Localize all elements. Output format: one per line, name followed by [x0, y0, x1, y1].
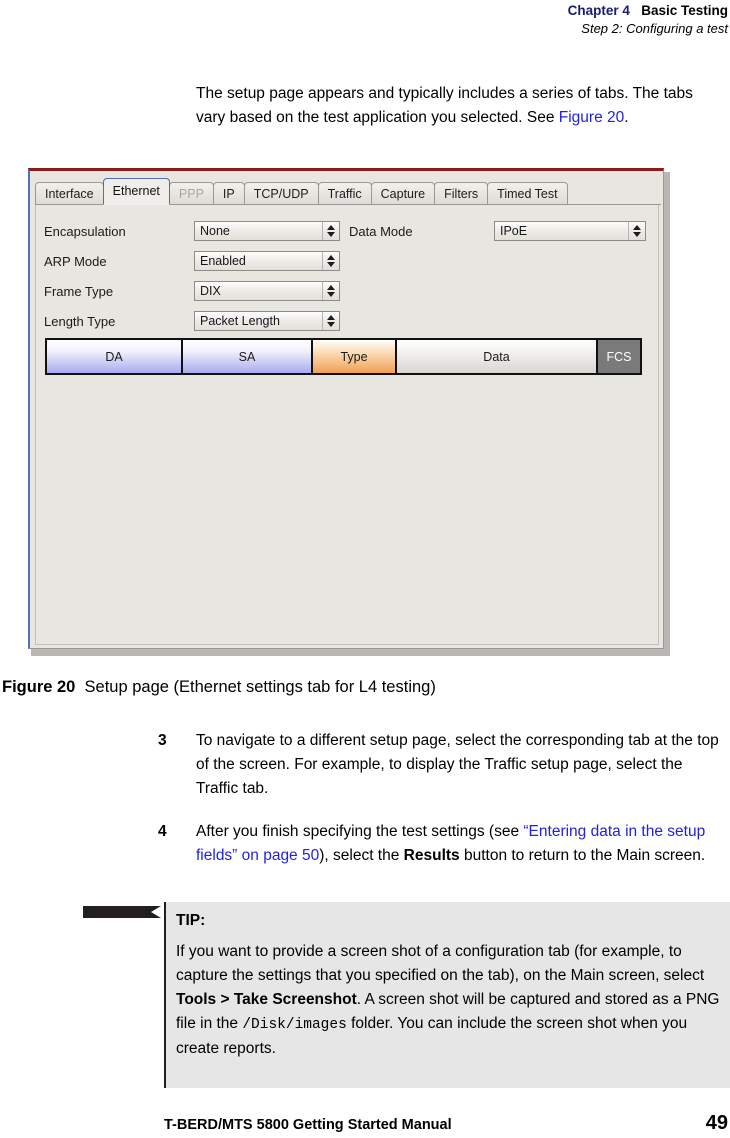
disk-images-path: /Disk/images: [242, 1017, 347, 1033]
tip-title: TIP:: [176, 912, 206, 929]
length-type-label: Length Type: [44, 313, 116, 329]
spinner-updown-icon[interactable]: [322, 222, 338, 240]
figure-caption-text: Setup page (Ethernet settings tab for L4…: [84, 678, 436, 696]
step-4-text-part2: ), select the: [319, 847, 404, 864]
figure-20-crossref-link[interactable]: Figure 20: [559, 109, 624, 126]
ethernet-settings-panel: Encapsulation None Data Mode IPoE ARP Mo…: [35, 205, 659, 645]
encapsulation-select[interactable]: None: [194, 221, 340, 241]
tab-ppp: PPP: [168, 182, 214, 205]
tab-traffic[interactable]: Traffic: [317, 182, 372, 205]
form-row-encapsulation: Encapsulation None Data Mode IPoE: [44, 216, 654, 246]
setup-page-screenshot: Interface Ethernet PPP IP TCP/UDP Traffi…: [28, 168, 670, 656]
arp-mode-value: Enabled: [200, 254, 246, 268]
step-3: 3 To navigate to a different setup page,…: [158, 729, 728, 801]
setup-tab-strip: Interface Ethernet PPP IP TCP/UDP Traffi…: [35, 178, 568, 205]
ethernet-frame-diagram: DA SA Type Data FCS: [45, 338, 642, 375]
tab-capture[interactable]: Capture: [370, 182, 436, 205]
footer-manual-title: T-BERD/MTS 5800 Getting Started Manual: [164, 1117, 452, 1133]
intro-text-after: .: [624, 108, 629, 126]
step-4-text-part1: After you finish specifying the test set…: [196, 823, 524, 840]
header-chapter-label: Chapter 4: [567, 3, 630, 18]
frame-segment-fcs: FCS: [598, 340, 640, 373]
figure-caption: Figure 20 Setup page (Ethernet settings …: [2, 678, 436, 697]
footer-page-number: 49: [705, 1112, 728, 1134]
form-row-arp-mode: ARP Mode Enabled: [44, 246, 654, 276]
frame-type-select[interactable]: DIX: [194, 281, 340, 301]
length-type-select[interactable]: Packet Length: [194, 311, 340, 331]
frame-segment-type[interactable]: Type: [313, 340, 397, 373]
step-4-text-part3: button to return to the Main screen.: [459, 847, 706, 864]
step-3-text: To navigate to a different setup page, s…: [196, 732, 719, 797]
spinner-updown-icon[interactable]: [628, 222, 644, 240]
frame-segment-sa[interactable]: SA: [183, 340, 313, 373]
page-header: Chapter 4 Basic Testing Step 2: Configur…: [0, 0, 730, 37]
data-mode-label: Data Mode: [349, 223, 413, 239]
setup-window: Interface Ethernet PPP IP TCP/UDP Traffi…: [28, 168, 664, 649]
frame-type-value: DIX: [200, 284, 221, 298]
tip-text-part1: If you want to provide a screen shot of …: [176, 943, 705, 984]
page-footer: T-BERD/MTS 5800 Getting Started Manual 4…: [164, 1112, 728, 1135]
arp-mode-label: ARP Mode: [44, 253, 107, 269]
tip-callout-box: TIP: If you want to provide a screen sho…: [164, 902, 730, 1088]
intro-paragraph: The setup page appears and typically inc…: [196, 82, 726, 130]
tip-body-text: If you want to provide a screen shot of …: [176, 940, 720, 1061]
data-mode-select[interactable]: IPoE: [494, 221, 646, 241]
tab-interface[interactable]: Interface: [35, 182, 104, 205]
tab-ethernet[interactable]: Ethernet: [102, 178, 170, 205]
figure-number: Figure 20: [2, 678, 76, 696]
frame-segment-da[interactable]: DA: [47, 340, 183, 373]
header-chapter-line: Chapter 4 Basic Testing: [0, 2, 730, 20]
spinner-updown-icon[interactable]: [322, 312, 338, 330]
encapsulation-label: Encapsulation: [44, 223, 126, 239]
spinner-updown-icon[interactable]: [322, 252, 338, 270]
tip-arrow-icon: [83, 906, 161, 918]
step-4: 4 After you finish specifying the test s…: [158, 820, 728, 868]
tab-filters[interactable]: Filters: [434, 182, 489, 205]
form-row-length-type: Length Type Packet Length: [44, 306, 654, 336]
tab-timed-test[interactable]: Timed Test: [487, 182, 568, 205]
step-4-text: After you finish specifying the test set…: [196, 820, 724, 868]
arp-mode-select[interactable]: Enabled: [194, 251, 340, 271]
step-3-number: 3: [158, 732, 167, 749]
form-row-frame-type: Frame Type DIX: [44, 276, 654, 306]
encapsulation-value: None: [200, 224, 230, 238]
results-button-reference: Results: [403, 847, 460, 864]
frame-type-label: Frame Type: [44, 283, 114, 299]
length-type-value: Packet Length: [200, 314, 280, 328]
header-section-title: Step 2: Configuring a test: [581, 21, 728, 36]
ethernet-settings-form: Encapsulation None Data Mode IPoE ARP Mo…: [44, 216, 654, 336]
step-4-number: 4: [158, 823, 167, 840]
header-chapter-title: Basic Testing: [641, 3, 728, 18]
spinner-updown-icon[interactable]: [322, 282, 338, 300]
tab-ip[interactable]: IP: [212, 182, 245, 205]
data-mode-value: IPoE: [500, 224, 528, 238]
frame-segment-data[interactable]: Data: [397, 340, 598, 373]
tools-take-screenshot-menu-path: Tools > Take Screenshot: [176, 991, 357, 1008]
tab-tcp-udp[interactable]: TCP/UDP: [243, 182, 319, 205]
